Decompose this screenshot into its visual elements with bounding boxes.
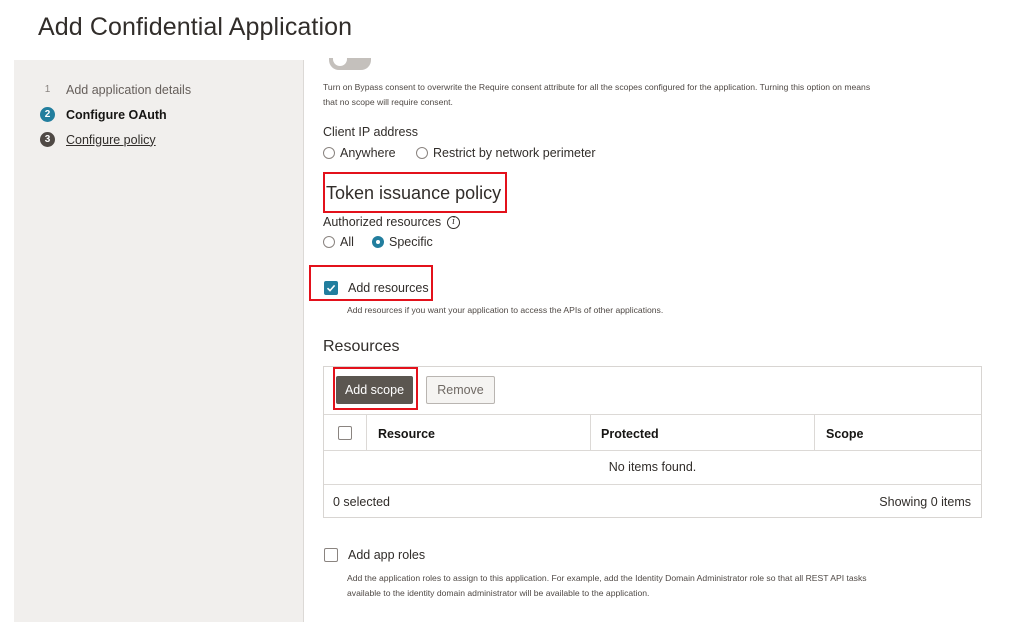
toggle-knob <box>333 58 347 66</box>
add-app-roles-label: Add app roles <box>348 548 426 562</box>
column-header-protected[interactable]: Protected <box>601 427 659 441</box>
step-label-link[interactable]: Configure policy <box>66 133 156 147</box>
radio-all[interactable]: All <box>323 235 354 249</box>
step-number: 3 <box>40 132 55 147</box>
bypass-consent-hint-line2: that no scope will require consent. <box>323 97 453 107</box>
add-app-roles-checkbox[interactable] <box>324 548 338 562</box>
table-divider <box>324 450 981 451</box>
table-divider <box>324 484 981 485</box>
table-divider <box>324 414 981 415</box>
step-number: 2 <box>40 107 55 122</box>
client-ip-label: Client IP address <box>323 125 418 139</box>
bypass-consent-hint-line1: Turn on Bypass consent to overwrite the … <box>323 82 871 92</box>
add-resources-checkbox[interactable] <box>324 281 338 295</box>
info-icon[interactable]: i <box>447 215 461 229</box>
checkmark-icon <box>326 284 336 292</box>
step-configure-oauth: 2 Configure OAuth <box>40 107 167 122</box>
add-resources-checkbox-row[interactable]: Add resources <box>324 281 429 295</box>
resources-title: Resources <box>323 338 400 355</box>
column-divider <box>366 415 367 450</box>
radio-label: Specific <box>389 235 433 249</box>
radio-circle-selected[interactable] <box>372 236 384 248</box>
bypass-consent-toggle[interactable] <box>329 58 371 70</box>
add-app-roles-hint-line1: Add the application roles to assign to t… <box>347 573 867 583</box>
column-divider <box>814 415 815 450</box>
token-issuance-policy-title: Token issuance policy <box>326 183 502 203</box>
radio-anywhere[interactable]: Anywhere <box>323 146 396 160</box>
showing-items-count: Showing 0 items <box>879 495 971 509</box>
step-label: Add application details <box>66 82 192 97</box>
empty-table-message: No items found. <box>608 460 697 474</box>
radio-circle[interactable] <box>416 147 428 159</box>
add-scope-button[interactable]: Add scope <box>336 376 413 404</box>
radio-specific[interactable]: Specific <box>372 235 433 249</box>
column-divider <box>590 415 591 450</box>
radio-label: All <box>340 235 354 249</box>
radio-restrict-network-perimeter[interactable]: Restrict by network perimeter <box>416 146 596 160</box>
radio-circle[interactable] <box>323 147 335 159</box>
authorized-resources-text: Authorized resources <box>323 215 442 229</box>
radio-circle[interactable] <box>323 236 335 248</box>
column-header-scope[interactable]: Scope <box>826 427 864 441</box>
column-header-resource[interactable]: Resource <box>378 427 435 441</box>
step-label: Configure OAuth <box>66 107 167 122</box>
step-add-application-details: 1 Add application details <box>40 82 191 97</box>
sidebar-divider <box>303 60 304 622</box>
authorized-resources-label: Authorized resources i <box>323 215 461 229</box>
remove-button[interactable]: Remove <box>426 376 495 404</box>
select-all-checkbox[interactable] <box>338 426 352 440</box>
step-number: 1 <box>44 84 51 95</box>
add-app-roles-checkbox-row[interactable]: Add app roles <box>324 548 425 562</box>
radio-label: Restrict by network perimeter <box>433 146 596 160</box>
page-title: Add Confidential Application <box>38 13 353 41</box>
step-configure-policy[interactable]: 3 Configure policy <box>40 132 156 147</box>
add-app-roles-hint-line2: available to the identity domain adminis… <box>347 588 650 598</box>
add-resources-hint: Add resources if you want your applicati… <box>347 305 664 315</box>
selected-count: 0 selected <box>333 495 390 509</box>
add-resources-label: Add resources <box>348 281 429 295</box>
radio-label: Anywhere <box>340 146 396 160</box>
